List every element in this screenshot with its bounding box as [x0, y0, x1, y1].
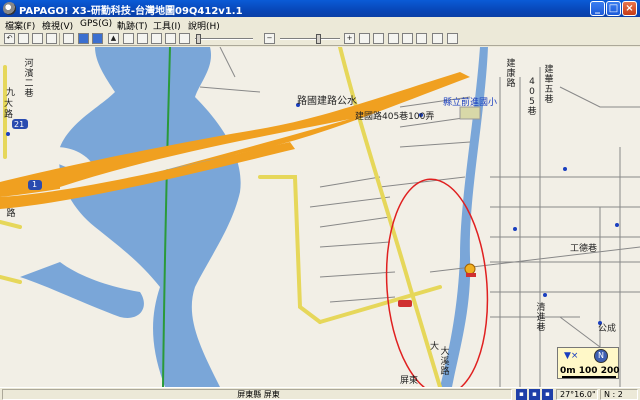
road-jianguo-label: 建國路405巷100弄 — [355, 112, 435, 122]
save-icon[interactable] — [46, 33, 57, 44]
pingtung-label: 屏東 — [400, 376, 419, 386]
map-view[interactable]: 21 1 縣立前進國小 建國路405巷100弄 路國建路公水 九 大 路 大 公… — [0, 47, 640, 387]
open-folder-icon[interactable] — [32, 33, 43, 44]
maximize-button[interactable]: □ — [606, 1, 621, 16]
school-label: 縣立前進國小 — [443, 98, 498, 108]
gongcheng-label: 公成 — [598, 324, 617, 334]
undo-icon[interactable]: ↶ — [4, 33, 15, 44]
menu-help[interactable]: 說明(H) — [188, 19, 220, 32]
layer-e-icon[interactable] — [179, 33, 190, 44]
image-icon[interactable] — [447, 33, 458, 44]
daxi-label: 大溪路 — [440, 347, 450, 377]
nav-start-icon[interactable] — [78, 33, 89, 44]
river-street-label: 河濱二巷 — [24, 59, 34, 99]
menu-track[interactable]: 軌跡(T) — [117, 19, 148, 32]
menu-view[interactable]: 檢視(V) — [42, 19, 73, 32]
zoom-slider-thumb[interactable] — [316, 34, 321, 44]
jian-a-label: 建康路 — [506, 59, 516, 89]
compass-north-icon[interactable]: N — [594, 349, 608, 363]
highway-21-label: 21 — [14, 120, 25, 129]
scale-bar — [562, 376, 616, 378]
layer-a-icon[interactable] — [123, 33, 134, 44]
road-dax-label: 大 — [430, 342, 440, 352]
scale-label: 0m 100 200 — [560, 366, 620, 376]
app-window: PAPAGO! X3-研勤科技-台灣地圖09Q412v1.1 _ □ × 檔案(… — [0, 0, 640, 400]
toolbar: ↶ ▲ − + — [0, 32, 640, 46]
window-title: PAPAGO! X3-研勤科技-台灣地圖09Q412v1.1 — [19, 6, 243, 17]
fullscreen-icon[interactable] — [432, 33, 443, 44]
river-branch — [20, 262, 144, 318]
status-icon-a[interactable]: ▪ — [516, 389, 527, 400]
menu-file[interactable]: 檔案(F) — [5, 19, 35, 32]
xingshe-label: 工德巷 — [570, 244, 598, 254]
num-405-label: 405巷 — [527, 77, 537, 117]
status-coord-lat: 27°16.0" — [556, 389, 598, 400]
status-location-text: 屏東縣 屏東 — [237, 390, 280, 399]
print-icon[interactable] — [63, 33, 74, 44]
app-icon — [3, 2, 16, 15]
poi-marker — [464, 263, 476, 275]
status-icon-b[interactable]: ▪ — [529, 389, 540, 400]
status-location: 屏東縣 屏東 — [2, 389, 512, 400]
local-roads — [199, 47, 640, 387]
menu-bar: 檔案(F) 檢視(V) GPS(G) 軌跡(T) 工具(I) 說明(H) — [0, 17, 640, 32]
left-road-label: 路 — [6, 209, 16, 219]
menu-tools[interactable]: 工具(I) — [153, 19, 181, 32]
new-file-icon[interactable] — [18, 33, 29, 44]
car-marker — [398, 300, 412, 307]
highlight-ellipse — [385, 178, 489, 387]
zoom-in-icon[interactable]: + — [344, 33, 355, 44]
close-button[interactable]: × — [622, 1, 637, 16]
highway-1-label: 1 — [32, 180, 38, 189]
jian-b-label: 建華五巷 — [544, 65, 554, 105]
road-route-label: 路 — [4, 110, 14, 120]
track-slider[interactable] — [195, 38, 253, 40]
rotate-a-icon[interactable] — [388, 33, 399, 44]
status-icon-c[interactable]: ▪ — [542, 389, 553, 400]
layer-c-icon[interactable] — [151, 33, 162, 44]
pan-hand-icon[interactable] — [373, 33, 384, 44]
filter-icon[interactable]: ▼× — [564, 351, 578, 361]
river-main — [59, 47, 241, 387]
track-slider-thumb[interactable] — [196, 34, 201, 44]
layer-d-icon[interactable] — [165, 33, 176, 44]
school-marker — [459, 106, 481, 120]
road-guojian-label: 路國建路公水 — [297, 96, 357, 107]
title-bar[interactable]: PAPAGO! X3-研勤科技-台灣地圖09Q412v1.1 _ □ × — [0, 0, 640, 17]
status-coord-n: N : 2 — [600, 389, 638, 400]
select-icon[interactable] — [359, 33, 370, 44]
zoom-out-icon[interactable]: − — [264, 33, 275, 44]
route-icon[interactable]: ▲ — [108, 33, 119, 44]
nav-end-icon[interactable] — [92, 33, 103, 44]
road-big-label: 大 — [4, 99, 14, 109]
zoom-slider[interactable] — [280, 38, 340, 40]
layer-b-icon[interactable] — [137, 33, 148, 44]
qingjin-label: 清進巷 — [536, 303, 546, 333]
scale-box: ▼× N 0m 100 200 — [557, 347, 619, 379]
minimize-button[interactable]: _ — [590, 1, 605, 16]
road-nine-label: 九 — [6, 88, 16, 98]
menu-gps[interactable]: GPS(G) — [80, 19, 112, 29]
rotate-b-icon[interactable] — [402, 33, 413, 44]
status-bar: 屏東縣 屏東 ▪ ▪ ▪ 27°16.0" N : 2 — [0, 387, 640, 400]
rotate-c-icon[interactable] — [416, 33, 427, 44]
